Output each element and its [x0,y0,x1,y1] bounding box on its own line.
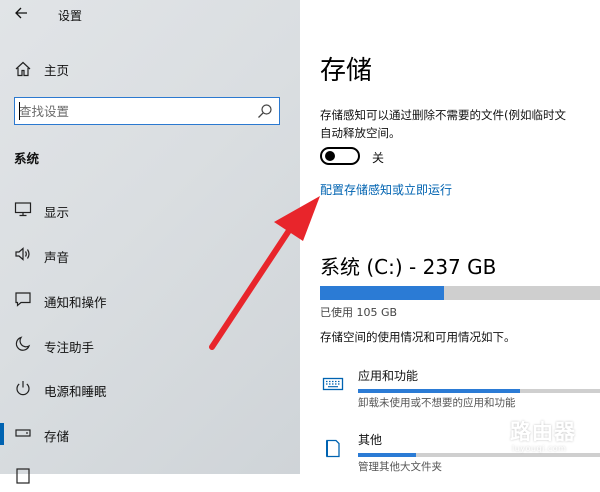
sidebar-item-partial[interactable] [0,462,300,492]
category-usage-fill [358,389,521,393]
storage-sense-description: 存储感知可以通过删除不需要的文件(例如临时文 自动释放空间。 [320,106,600,142]
toggle-state-label: 关 [372,151,385,165]
drive-used-text: 已使用 105 GB [320,306,398,319]
sidebar-item-home[interactable]: 主页 [0,56,300,82]
sidebar-item-label: 电源和睡眠 [44,384,107,399]
usage-description: 存储空间的使用情况和可用情况如下。 [320,330,516,344]
sidebar-item-label: 主页 [44,63,70,78]
book-icon [322,437,344,459]
speaker-icon [14,245,32,263]
home-icon [14,60,32,78]
sidebar-item-label: 专注助手 [44,340,95,355]
main-content: 存储 存储感知可以通过删除不需要的文件(例如临时文 自动释放空间。 关 配置存储… [300,0,600,474]
category-description: 管理其他大文件夹 [358,461,442,473]
storage-sense-toggle[interactable] [320,147,360,165]
drive-title: 系统 (C:) - 237 GB [320,255,497,279]
title-bar: 设置 [0,0,300,32]
category-name: 应用和功能 [358,369,419,383]
sidebar-item-label: 显示 [44,205,70,220]
search-box[interactable] [14,97,280,125]
sidebar-item-focus-assist[interactable]: 专注助手 [0,330,300,360]
active-indicator [0,423,4,445]
watermark-url: luyouqi.com [512,444,567,453]
keyboard-icon [322,373,344,395]
sidebar-item-label: 存储 [44,429,70,444]
notification-icon [14,290,32,308]
search-input[interactable] [19,101,249,121]
drive-usage-bar [320,286,600,300]
moon-icon [14,335,32,353]
power-icon [14,379,32,397]
storage-icon [14,424,32,442]
description-line: 存储感知可以通过删除不需要的文件(例如临时文 [320,108,566,122]
category-usage-bar [358,389,600,393]
sidebar: 设置 主页 系统 显示 声音 通知和操作 专注 [0,0,300,484]
sidebar-item-display[interactable]: 显示 [0,195,300,225]
page-title: 存储 [320,56,373,86]
section-title: 系统 [14,151,40,166]
tablet-icon [14,467,32,485]
sidebar-item-power[interactable]: 电源和睡眠 [0,374,300,404]
monitor-icon [14,200,32,218]
toggle-knob [325,151,335,161]
sidebar-item-storage[interactable]: 存储 [0,419,300,449]
sidebar-item-label: 通知和操作 [44,295,107,310]
sidebar-item-label: 声音 [44,250,70,265]
category-name: 其他 [358,433,383,447]
router-logo-icon [467,415,505,453]
drive-usage-fill [320,286,445,300]
back-arrow-icon[interactable] [10,5,32,27]
description-line: 自动释放空间。 [320,126,401,140]
sidebar-item-notifications[interactable]: 通知和操作 [0,285,300,315]
text-caret [19,102,20,120]
sidebar-item-sound[interactable]: 声音 [0,240,300,270]
category-usage-fill [358,453,417,457]
watermark-text: 路由器 [510,420,576,444]
window-title: 设置 [58,9,83,23]
search-icon[interactable] [257,103,273,119]
configure-storage-sense-link[interactable]: 配置存储感知或立即运行 [320,181,452,198]
watermark: 路由器 luyouqi.com [462,408,594,464]
